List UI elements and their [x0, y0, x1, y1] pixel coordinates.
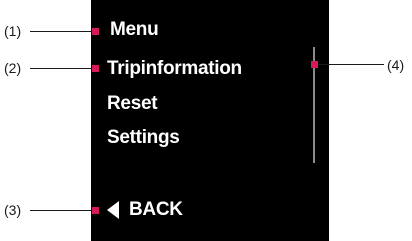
- callout-leader-2: [30, 68, 92, 69]
- callout-leader-4: [318, 64, 384, 65]
- callout-marker-1: [92, 28, 99, 35]
- callout-leader-1: [30, 31, 92, 32]
- callout-label-3: (3): [4, 202, 22, 218]
- menu-item-reset[interactable]: Reset: [107, 93, 158, 115]
- menu-title: Menu: [110, 19, 159, 40]
- callout-marker-4: [311, 61, 318, 68]
- back-button[interactable]: BACK: [129, 199, 183, 221]
- callout-marker-2: [92, 65, 99, 72]
- callout-label-2: (2): [4, 60, 22, 76]
- callout-label-4: (4): [387, 57, 405, 73]
- menu-item-settings[interactable]: Settings: [107, 127, 180, 149]
- callout-label-1: (1): [4, 23, 22, 39]
- callout-marker-3: [92, 207, 99, 214]
- menu-item-tripinformation[interactable]: Tripinformation: [107, 58, 242, 80]
- callout-leader-3: [30, 210, 92, 211]
- back-arrow-icon[interactable]: [107, 201, 119, 219]
